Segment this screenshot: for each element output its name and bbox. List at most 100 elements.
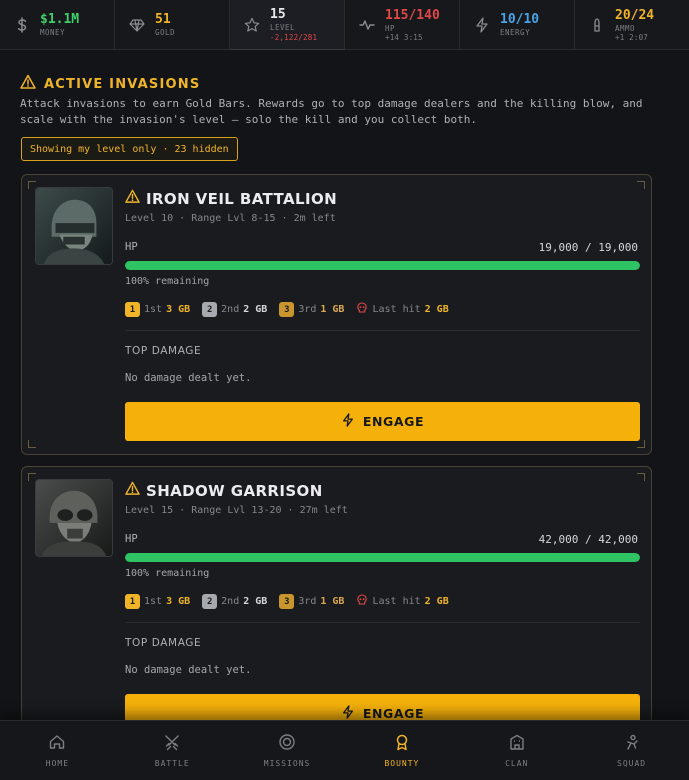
top-damage-heading: TOP DAMAGE [125,345,202,357]
invasion-meta: Level 10 · Range Lvl 8-15 · 2m left [125,213,336,224]
stat-ammo[interactable]: 20/24 AMMO +1 2:07 [575,0,689,50]
gold-label: GOLD [155,28,176,38]
section-intro: Attack invasions to earn Gold Bars. Rewa… [20,97,643,126]
hp-bar-fill [125,261,640,270]
money-label: MONEY [40,28,66,38]
invasion-card: IRON VEIL BATTALION Level 10 · Range Lvl… [21,174,652,455]
energy-label: ENERGY [500,28,531,38]
rank-badge-2: 2 [202,594,218,609]
nav-clan[interactable]: CLAN [459,721,574,780]
stat-level[interactable]: 15 LEVEL -2,122/281 [230,0,345,50]
nav-bounty-label: BOUNTY [384,759,420,768]
stat-hp[interactable]: 115/140 HP +14 3:15 [345,0,460,50]
reward-third-label: 3rd [298,304,317,315]
invasion-meta: Level 15 · Range Lvl 13-20 · 27m left [125,505,348,516]
bolt-icon [474,16,490,34]
target-icon [278,733,296,753]
hp-stat-value: 115/140 [385,7,440,23]
stat-energy[interactable]: 10/10 ENERGY [460,0,575,50]
reward-first: 1 1st 3 GB [125,594,190,609]
fortress-icon [508,733,526,753]
hp-bar [125,553,640,562]
stat-gold[interactable]: 51 GOLD [115,0,230,50]
gem-icon [129,16,145,34]
invasion-title: IRON VEIL BATTALION [125,189,337,208]
hp-remaining: 100% remaining [125,276,210,287]
level-xp-sub: -2,122/281 [270,32,318,42]
card-divider [125,330,640,331]
hp-bar [125,261,640,270]
section-title: ACTIVE INVASIONS [20,74,200,94]
warning-icon [125,189,140,208]
ammo-value: 20/24 [615,7,655,23]
squad-icon [623,733,641,753]
reward-last-hit-label: Last hit [372,304,421,315]
nav-bounty[interactable]: BOUNTY [344,721,459,780]
hp-regen-sub: +14 3:15 [385,33,423,42]
reward-second-amount: 2 GB [243,596,268,607]
hp-value: 19,000 / 19,000 [538,241,638,254]
ammo-regen-sub: +1 2:07 [615,33,649,42]
reward-first-amount: 3 GB [166,304,191,315]
nav-battle[interactable]: BATTLE [115,721,230,780]
reward-last-hit-label: Last hit [372,596,421,607]
top-damage-heading: TOP DAMAGE [125,637,202,649]
section-title-text: ACTIVE INVASIONS [44,76,201,92]
hp-bar-fill [125,553,640,562]
bolt-icon [341,413,355,430]
invasion-name: IRON VEIL BATTALION [146,189,338,208]
engage-label: ENGAGE [362,414,425,429]
reward-third-label: 3rd [298,596,317,607]
energy-value: 10/10 [500,12,540,28]
level-filter-chip[interactable]: Showing my level only · 23 hidden [21,137,238,161]
hp-remaining: 100% remaining [125,568,210,579]
engage-button[interactable]: ENGAGE [125,402,640,441]
nav-missions[interactable]: MISSIONS [230,721,345,780]
reward-second-label: 2nd [221,304,240,315]
reward-first-label: 1st [144,304,163,315]
home-icon [48,733,66,753]
reward-first-label: 1st [144,596,163,607]
engage-label: ENGAGE [362,706,425,721]
skull-icon [356,594,368,609]
top-damage-empty: No damage dealt yet. [125,372,252,384]
reward-third-amount: 1 GB [320,596,345,607]
nav-home[interactable]: HOME [0,721,115,780]
star-icon [244,16,260,34]
hp-label: HP [125,533,138,545]
invasion-avatar [35,479,113,557]
rank-badge-1: 1 [125,594,140,609]
pulse-icon [359,16,375,34]
reward-second-amount: 2 GB [243,304,268,315]
stat-money[interactable]: $1.1M MONEY [0,0,115,50]
rank-badge-2: 2 [202,302,218,317]
bullet-icon [589,16,605,34]
reward-first: 1 1st 3 GB [125,302,190,317]
nav-squad[interactable]: SQUAD [574,721,689,780]
level-label: LEVEL [270,23,296,32]
stats-bar: $1.1M MONEY 51 GOLD 15 LEVEL -2,122/281 … [0,0,689,50]
swords-icon [163,733,181,753]
nav-missions-label: MISSIONS [263,759,311,768]
dollar-icon [14,16,30,34]
reward-second: 2 2nd 2 GB [202,594,267,609]
rank-badge-1: 1 [125,302,140,317]
invasion-avatar [35,187,113,265]
hp-stat-label: HP [385,23,396,33]
hp-value: 42,000 / 42,000 [538,533,638,546]
warning-icon [125,481,140,500]
card-divider [125,622,640,623]
nav-home-label: HOME [45,759,70,768]
medal-icon [393,733,411,753]
nav-clan-label: CLAN [505,759,529,768]
reward-first-amount: 3 GB [166,596,191,607]
reward-third: 3 3rd 1 GB [279,594,344,609]
nav-battle-label: BATTLE [154,759,190,768]
level-value: 15 [270,7,286,22]
reward-last-hit-amount: 2 GB [424,596,449,607]
hp-label: HP [125,241,138,253]
gold-value: 51 [155,12,171,28]
invasion-name: SHADOW GARRISON [146,481,323,500]
nav-squad-label: SQUAD [617,759,647,768]
reward-last-hit-amount: 2 GB [424,304,449,315]
